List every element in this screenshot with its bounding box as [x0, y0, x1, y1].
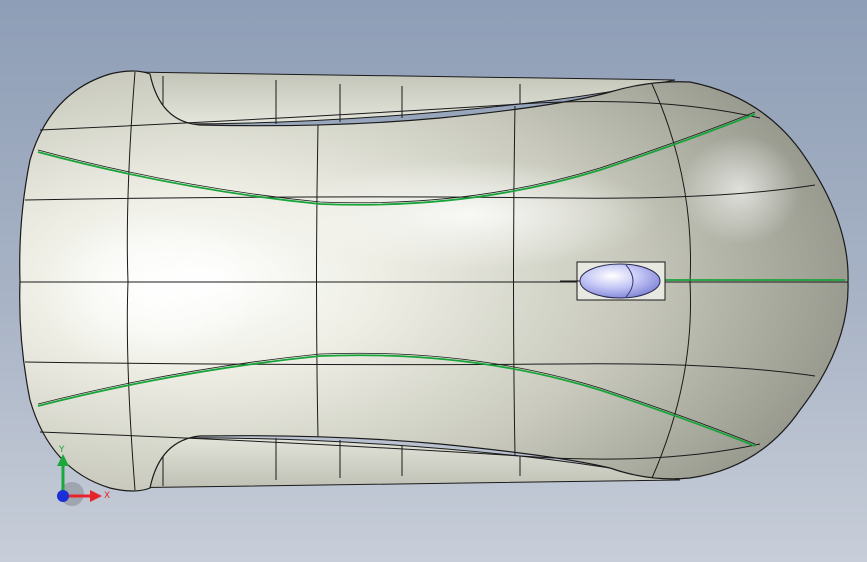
triad-y-label: Y — [58, 445, 65, 455]
triad-x-label: X — [104, 491, 110, 501]
specular-highlight-left — [40, 210, 260, 370]
scroll-wheel[interactable] — [579, 263, 661, 299]
model-canvas[interactable]: Y X — [0, 0, 867, 562]
triad-x-arrow — [90, 490, 102, 502]
specular-highlight-top — [280, 160, 660, 270]
specular-highlight-right — [680, 135, 800, 245]
graphics-viewport[interactable]: Y X — [0, 0, 867, 562]
triad-z-axis — [57, 490, 69, 502]
